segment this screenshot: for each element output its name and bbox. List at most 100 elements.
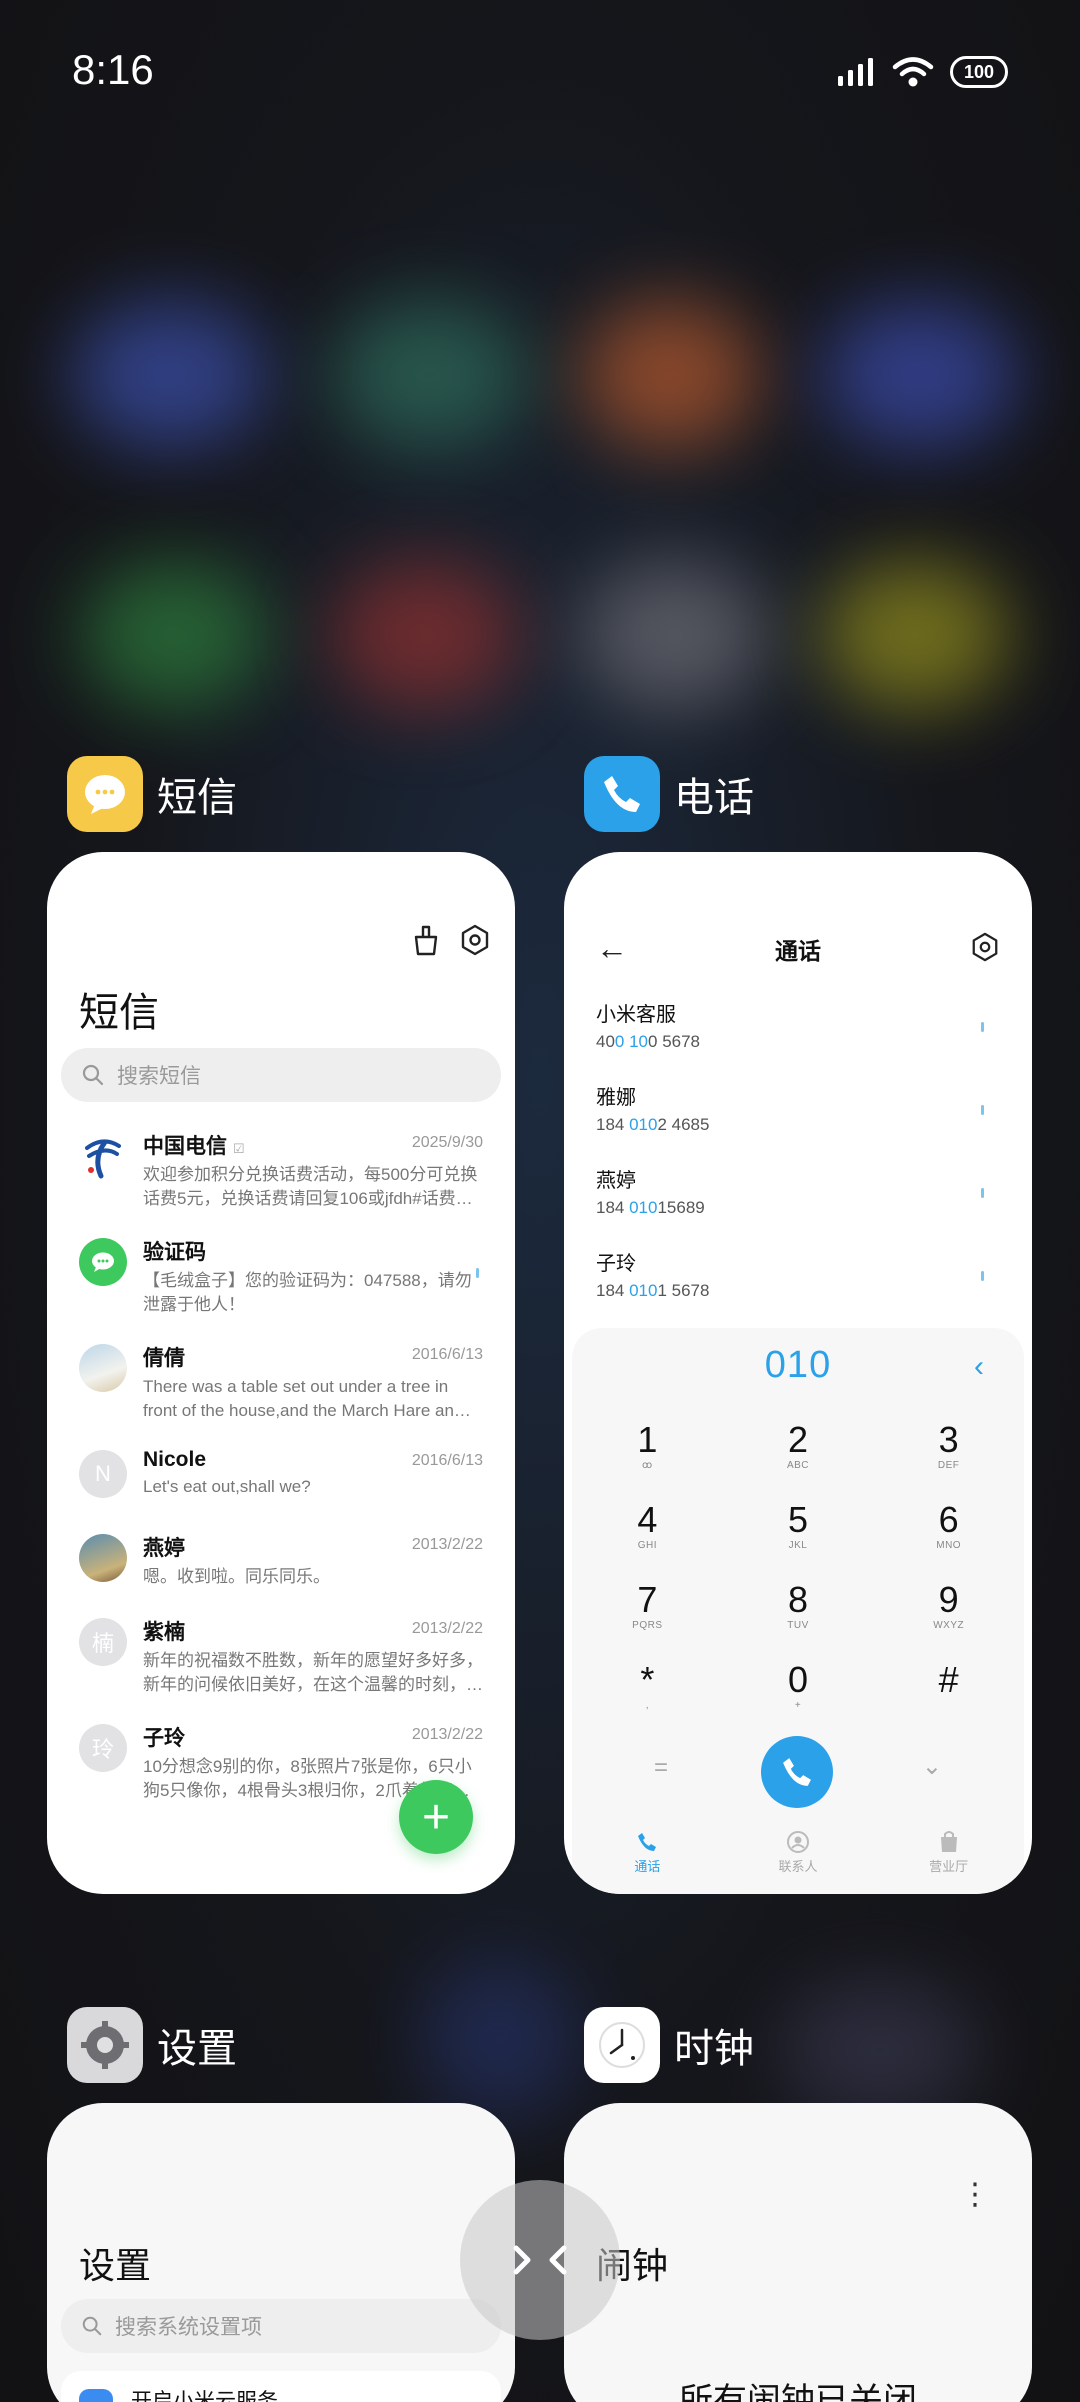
signal-icon xyxy=(838,58,873,86)
message-preview: 欢迎参加积分兑换话费活动，每500分可兑换话费5元，兑换话费请回复106或jfd… xyxy=(143,1165,478,1208)
new-message-button[interactable]: + xyxy=(399,1780,473,1854)
phone-header: ← 通话 xyxy=(564,928,1032,968)
wallpaper-blur xyxy=(820,560,1010,710)
key-6[interactable]: 6 MNO xyxy=(873,1500,1024,1560)
tab-label: 通话 xyxy=(634,1859,661,1874)
app-name: 电话 xyxy=(674,776,754,820)
contact-row[interactable]: 子玲 184 0101 5678 xyxy=(564,1247,1032,1330)
key-hash[interactable]: # xyxy=(873,1660,1024,1720)
messages-toolbar xyxy=(411,924,491,956)
messages-app-card[interactable]: 短信 搜索短信 中国电信 ☑ 2025/9/30 欢迎参加积分兑换话费活动，每5… xyxy=(47,852,515,1894)
search-input[interactable]: 搜索系统设置项 xyxy=(61,2299,501,2353)
settings-app-card[interactable]: 设置 搜索系统设置项 开启小米云服务 xyxy=(47,2103,515,2402)
wallpaper-blur xyxy=(330,300,530,450)
contact-row[interactable]: 小米客服 400 100 5678 xyxy=(564,998,1032,1081)
message-preview: 【毛绒盒子】您的验证码为：047588，请勿泄露于他人！ xyxy=(143,1271,472,1314)
list-item[interactable]: 燕婷 2013/2/22 嗯。收到啦。同乐同乐。 xyxy=(47,1524,515,1608)
key-2[interactable]: 2 ABC xyxy=(723,1420,874,1480)
phone-app-card[interactable]: ← 通话 小米客服 400 100 5678 雅娜 184 0102 4685 … xyxy=(564,852,1032,1894)
collapse-arrows-icon xyxy=(513,2245,567,2275)
message-preview: 新年的祝福数不胜数，新年的愿望好多好多，新年的问候依旧美好，在这个温馨的时刻，… xyxy=(143,1651,483,1694)
alarm-status: 所有闹钟已关闭 xyxy=(679,2382,917,2402)
wallpaper-blur xyxy=(80,560,270,710)
avatar: 玲 xyxy=(79,1724,127,1772)
app-name: 设置 xyxy=(157,2027,237,2071)
backspace-icon[interactable]: ‹ xyxy=(974,1350,984,1384)
more-options-icon[interactable]: ⋮ xyxy=(960,2177,990,2212)
unread-indicator xyxy=(981,1188,984,1198)
app-header-settings[interactable]: 设置 xyxy=(67,2007,237,2083)
contact-row[interactable]: 雅娜 184 0102 4685 xyxy=(564,1081,1032,1164)
phone-icon xyxy=(638,1833,657,1851)
app-header-messages[interactable]: 短信 xyxy=(67,756,237,832)
dialpad-actions: = ⌄ xyxy=(572,1732,1024,1812)
key-star[interactable]: *, xyxy=(572,1660,723,1720)
key-0[interactable]: 0 + xyxy=(723,1660,874,1720)
search-placeholder: 搜索短信 xyxy=(117,1065,201,1088)
dial-input[interactable]: 010 xyxy=(572,1344,1024,1387)
settings-gear-icon[interactable] xyxy=(459,924,491,956)
list-item[interactable]: N Nicole 2016/6/13 Let's eat out,shall w… xyxy=(47,1440,515,1524)
contact-number: 184 0102 4685 xyxy=(596,1115,710,1134)
contact-name: 燕婷 xyxy=(596,1170,636,1192)
tab-label: 联系人 xyxy=(778,1859,818,1874)
key-7[interactable]: 7 PQRS xyxy=(572,1580,723,1640)
tab-bar: 通话 联系人 营业厅 xyxy=(572,1822,1024,1894)
list-item[interactable]: 验证码 【毛绒盒子】您的验证码为：047588，请勿泄露于他人！ xyxy=(47,1228,515,1334)
collapse-button[interactable] xyxy=(460,2180,620,2340)
app-header-clock[interactable]: 时钟 xyxy=(584,2007,754,2083)
key-3[interactable]: 3 DEF xyxy=(873,1420,1024,1480)
keypad-grid: 1ꝏ 2 ABC 3 DEF 4 GHI 5 JKL 6 MNO 7 PQRS 8 TUV 9… xyxy=(572,1420,1024,1720)
call-button[interactable] xyxy=(761,1736,833,1808)
phone-app-icon xyxy=(584,756,660,832)
key-1[interactable]: 1ꝏ xyxy=(572,1420,723,1480)
contact-row[interactable]: 燕婷 184 01015689 xyxy=(564,1164,1032,1247)
tab-contacts[interactable]: 联系人 xyxy=(723,1822,874,1894)
message-preview: 嗯。收到啦。同乐同乐。 xyxy=(143,1567,330,1586)
list-item[interactable]: 楠 紫楠 2013/2/22 新年的祝福数不胜数，新年的愿望好多好多，新年的问候… xyxy=(47,1608,515,1714)
message-date: 2016/6/13 xyxy=(411,1346,483,1363)
search-input[interactable]: 搜索短信 xyxy=(61,1048,501,1102)
tab-calls[interactable]: 通话 xyxy=(572,1822,723,1894)
clock-app-card[interactable]: ⋮ 闹钟 所有闹钟已关闭 xyxy=(564,2103,1032,2402)
message-date: 2013/2/22 xyxy=(411,1726,483,1743)
contact-number: 184 0101 5678 xyxy=(596,1281,710,1300)
search-icon xyxy=(82,1064,104,1086)
list-item[interactable]: 中国电信 ☑ 2025/9/30 欢迎参加积分兑换话费活动，每500分可兑换话费… xyxy=(47,1122,515,1228)
avatar: N xyxy=(79,1450,127,1498)
shopping-bag-icon xyxy=(940,1831,957,1852)
key-8[interactable]: 8 TUV xyxy=(723,1580,874,1640)
verified-icon: ☑ xyxy=(232,1141,245,1156)
message-date: 2016/6/13 xyxy=(411,1452,483,1469)
settings-gear-icon[interactable] xyxy=(970,932,1000,962)
person-icon xyxy=(786,1831,809,1853)
wifi-icon xyxy=(892,57,934,87)
menu-icon[interactable]: = xyxy=(654,1754,668,1782)
settings-row-label: 开启小米云服务 xyxy=(131,2390,278,2402)
unread-indicator xyxy=(981,1105,984,1115)
page-title: 通话 xyxy=(775,938,821,964)
message-date: 2025/9/30 xyxy=(411,1134,483,1151)
search-icon xyxy=(82,2316,102,2336)
wallpaper-blur xyxy=(780,1980,980,2120)
settings-row[interactable]: 开启小米云服务 xyxy=(61,2371,501,2402)
chat-bubble-icon xyxy=(79,1238,127,1286)
message-date: 2013/2/22 xyxy=(411,1536,483,1553)
message-date: 2013/2/22 xyxy=(411,1620,483,1637)
status-time: 8:16 xyxy=(72,46,154,93)
clean-icon[interactable] xyxy=(411,924,441,956)
app-header-phone[interactable]: 电话 xyxy=(584,756,754,832)
dialpad: 010 ‹ 1ꝏ 2 ABC 3 DEF 4 GHI 5 JKL 6 MNO 7 PQRS … xyxy=(572,1328,1024,1894)
key-4[interactable]: 4 GHI xyxy=(572,1500,723,1560)
wallpaper-blur xyxy=(70,300,270,450)
chevron-down-icon[interactable]: ⌄ xyxy=(922,1752,942,1781)
message-preview: There was a table set out under a tree i… xyxy=(143,1377,471,1420)
list-item[interactable]: 倩倩 2016/6/13 There was a table set out u… xyxy=(47,1334,515,1440)
cloud-icon xyxy=(79,2389,113,2402)
key-9[interactable]: 9 WXYZ xyxy=(873,1580,1024,1640)
contact-name: 验证码 xyxy=(143,1241,206,1264)
contact-number: 184 01015689 xyxy=(596,1198,705,1217)
avatar: 楠 xyxy=(79,1618,127,1666)
key-5[interactable]: 5 JKL xyxy=(723,1500,874,1560)
tab-store[interactable]: 营业厅 xyxy=(873,1822,1024,1894)
